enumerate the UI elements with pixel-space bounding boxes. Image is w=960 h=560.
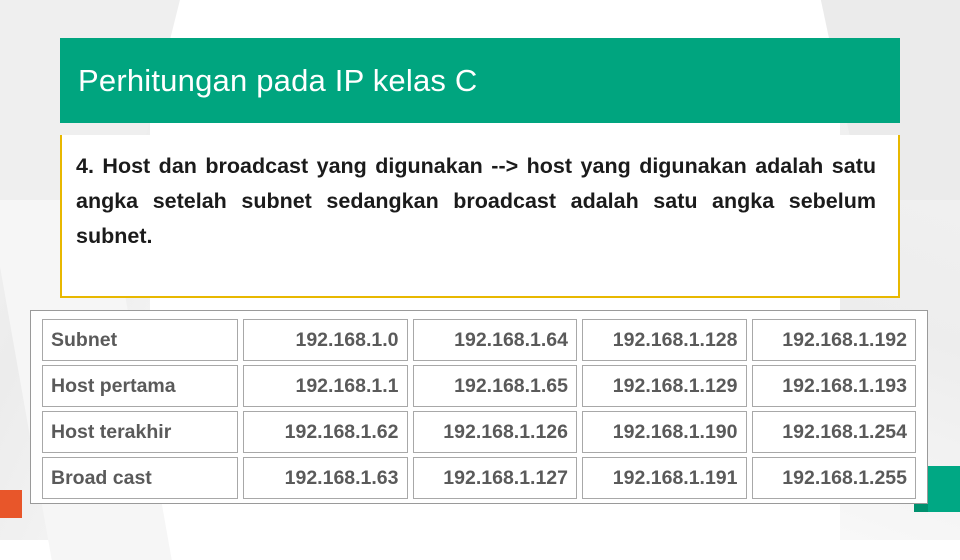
- table-cell: 192.168.1.190: [582, 411, 747, 453]
- table-cell: 192.168.1.127: [412, 457, 577, 499]
- table-cell: 192.168.1.65: [412, 365, 577, 407]
- table-cell: 192.168.1.254: [751, 411, 916, 453]
- slide-body-box: 4. Host dan broadcast yang digunakan -->…: [60, 135, 900, 298]
- table-cell: 192.168.1.0: [243, 319, 408, 361]
- table-row: Host terakhir 192.168.1.62 192.168.1.126…: [42, 411, 916, 453]
- accent-bar-green: [928, 466, 960, 512]
- table-cell: 192.168.1.129: [582, 365, 747, 407]
- ip-table-container: Subnet 192.168.1.0 192.168.1.64 192.168.…: [30, 310, 928, 504]
- table-cell: 192.168.1.62: [243, 411, 408, 453]
- row-label: Subnet: [42, 319, 238, 361]
- ip-subnet-table: Subnet 192.168.1.0 192.168.1.64 192.168.…: [37, 315, 921, 503]
- table-cell: 192.168.1.255: [751, 457, 916, 499]
- slide-body-text: 4. Host dan broadcast yang digunakan -->…: [76, 154, 876, 249]
- table-row: Subnet 192.168.1.0 192.168.1.64 192.168.…: [42, 319, 916, 361]
- accent-bar-orange: [0, 490, 22, 518]
- table-cell: 192.168.1.191: [582, 457, 747, 499]
- table-cell: 192.168.1.193: [751, 365, 916, 407]
- slide-title: Perhitungan pada IP kelas C: [78, 62, 478, 98]
- table-row: Host pertama 192.168.1.1 192.168.1.65 19…: [42, 365, 916, 407]
- slide-title-band: Perhitungan pada IP kelas C: [60, 38, 900, 123]
- table-cell: 192.168.1.63: [243, 457, 408, 499]
- table-cell: 192.168.1.128: [582, 319, 747, 361]
- table-cell: 192.168.1.192: [751, 319, 916, 361]
- table-cell: 192.168.1.64: [412, 319, 577, 361]
- row-label: Host terakhir: [42, 411, 238, 453]
- table-cell: 192.168.1.126: [412, 411, 577, 453]
- row-label: Broad cast: [42, 457, 238, 499]
- row-label: Host pertama: [42, 365, 238, 407]
- table-row: Broad cast 192.168.1.63 192.168.1.127 19…: [42, 457, 916, 499]
- table-cell: 192.168.1.1: [243, 365, 408, 407]
